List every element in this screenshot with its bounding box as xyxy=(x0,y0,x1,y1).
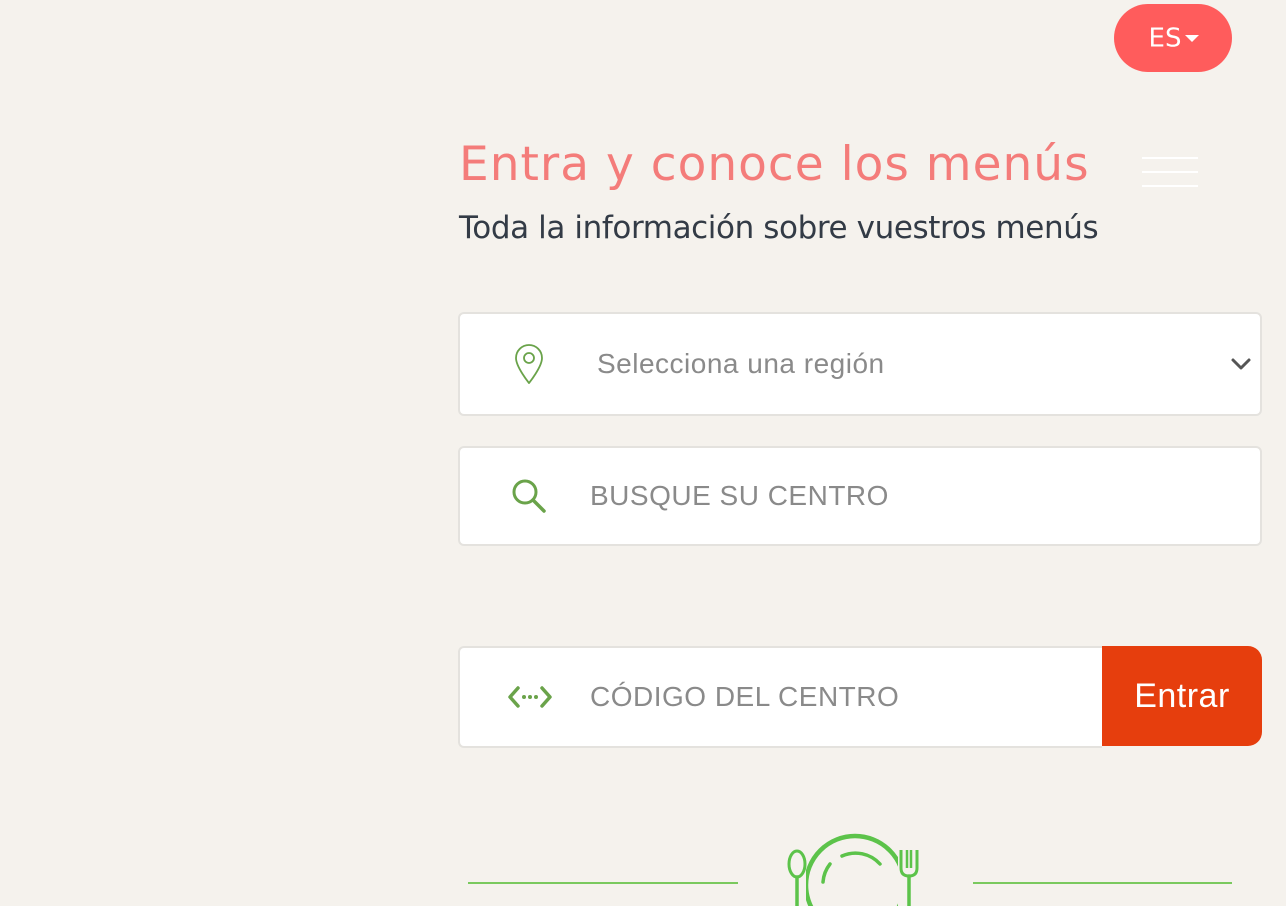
center-code-placeholder: CÓDIGO DEL CENTRO xyxy=(590,681,900,712)
page-subtitle: Toda la información sobre vuestros menús xyxy=(459,210,1099,246)
center-search-placeholder: BUSQUE SU CENTRO xyxy=(590,480,889,511)
code-icon xyxy=(508,686,552,708)
chevron-down-icon xyxy=(1231,358,1251,370)
hamburger-menu-button[interactable] xyxy=(1142,156,1198,188)
menu-line-icon xyxy=(1142,157,1198,159)
search-icon xyxy=(512,479,546,513)
enter-button[interactable]: Entrar xyxy=(1102,646,1262,746)
language-label: ES xyxy=(1148,23,1182,54)
language-selector-button[interactable]: ES xyxy=(1114,4,1232,72)
footer-divider-left xyxy=(468,882,738,884)
footer-divider-right xyxy=(973,882,1232,884)
plate-cutlery-icon xyxy=(787,833,920,906)
center-code-input[interactable]: CÓDIGO DEL CENTRO xyxy=(458,646,1102,748)
menu-line-icon xyxy=(1142,171,1198,173)
region-select[interactable]: Selecciona una región xyxy=(458,312,1262,416)
menu-line-icon xyxy=(1142,185,1198,187)
map-pin-icon xyxy=(515,344,543,384)
center-search-input[interactable]: BUSQUE SU CENTRO xyxy=(458,446,1262,546)
region-select-value: Selecciona una región xyxy=(597,348,885,379)
caret-down-icon xyxy=(1185,35,1200,42)
page-title: Entra y conoce los menús xyxy=(459,137,1090,192)
